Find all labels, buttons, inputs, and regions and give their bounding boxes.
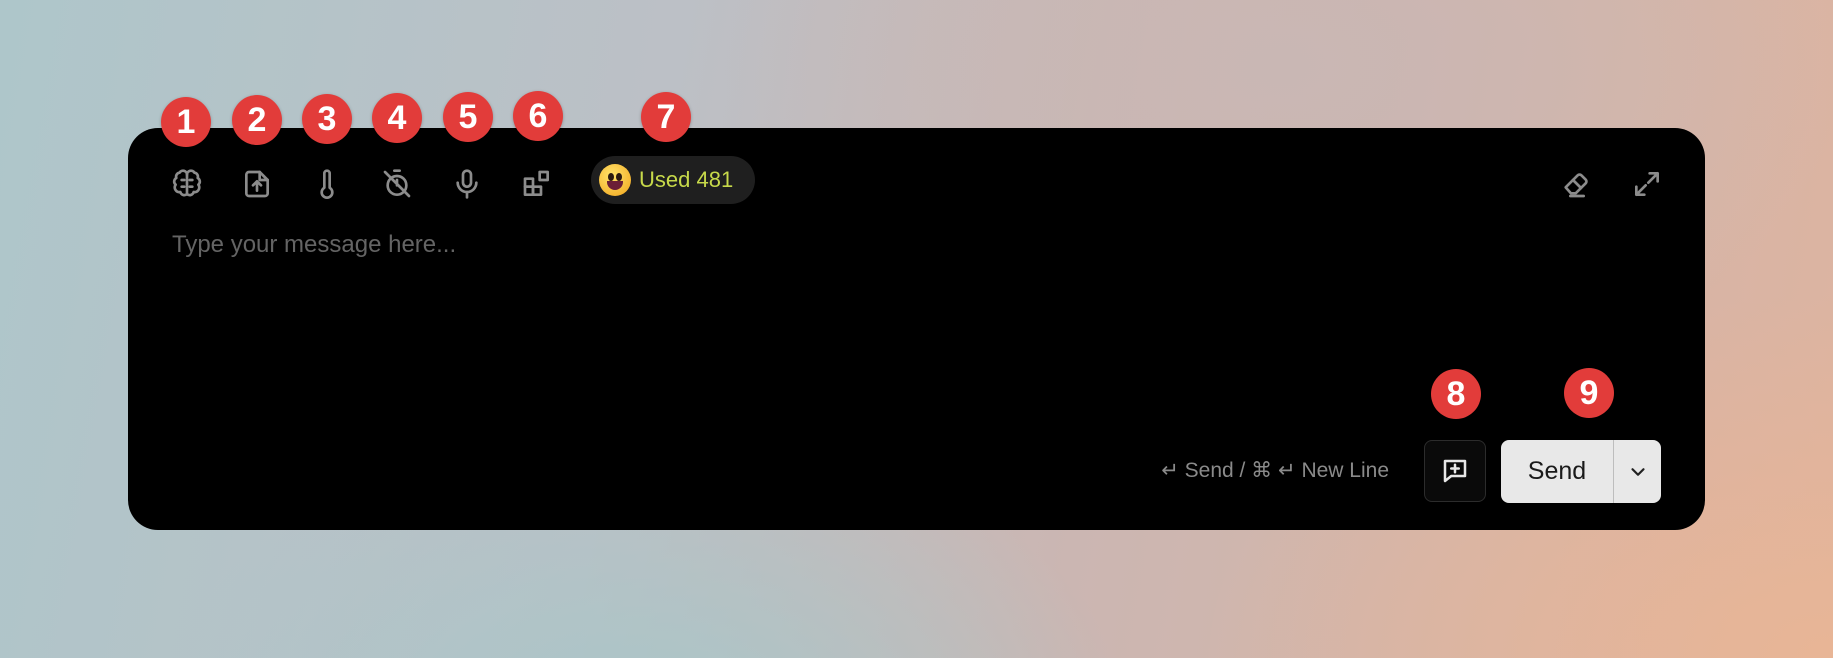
chevron-down-icon xyxy=(1630,467,1645,476)
message-input[interactable] xyxy=(170,230,1474,260)
send-button-group: Send xyxy=(1501,440,1661,503)
plugins-icon[interactable] xyxy=(515,162,559,206)
callout-marker-2: 2 xyxy=(232,95,282,145)
expand-icon[interactable] xyxy=(1625,162,1669,206)
callout-marker-4: 4 xyxy=(372,93,422,143)
usage-badge[interactable]: Used 481 xyxy=(591,156,755,204)
chat-input-panel: Used 481 ↵ Send / ⌘ ↵ New Line Send xyxy=(128,128,1705,530)
usage-label: Used 481 xyxy=(639,167,734,192)
file-upload-icon[interactable] xyxy=(235,162,279,206)
callout-marker-8: 8 xyxy=(1431,369,1481,419)
send-options-button[interactable] xyxy=(1614,440,1661,503)
timer-off-icon[interactable] xyxy=(375,162,419,206)
eraser-icon[interactable] xyxy=(1555,162,1599,206)
callout-marker-1: 1 xyxy=(161,97,211,147)
callout-marker-3: 3 xyxy=(302,94,352,144)
microphone-icon[interactable] xyxy=(445,162,489,206)
callout-marker-9: 9 xyxy=(1564,368,1614,418)
keyboard-hint: ↵ Send / ⌘ ↵ New Line xyxy=(1161,459,1389,482)
new-topic-button[interactable] xyxy=(1424,440,1486,502)
callout-marker-5: 5 xyxy=(443,92,493,142)
message-plus-icon xyxy=(1443,459,1467,483)
callout-marker-6: 6 xyxy=(513,91,563,141)
grinning-face-icon xyxy=(599,164,631,196)
brain-icon[interactable] xyxy=(165,162,209,206)
thermometer-icon[interactable] xyxy=(305,162,349,206)
callout-marker-7: 7 xyxy=(641,92,691,142)
send-button[interactable]: Send xyxy=(1501,440,1614,503)
